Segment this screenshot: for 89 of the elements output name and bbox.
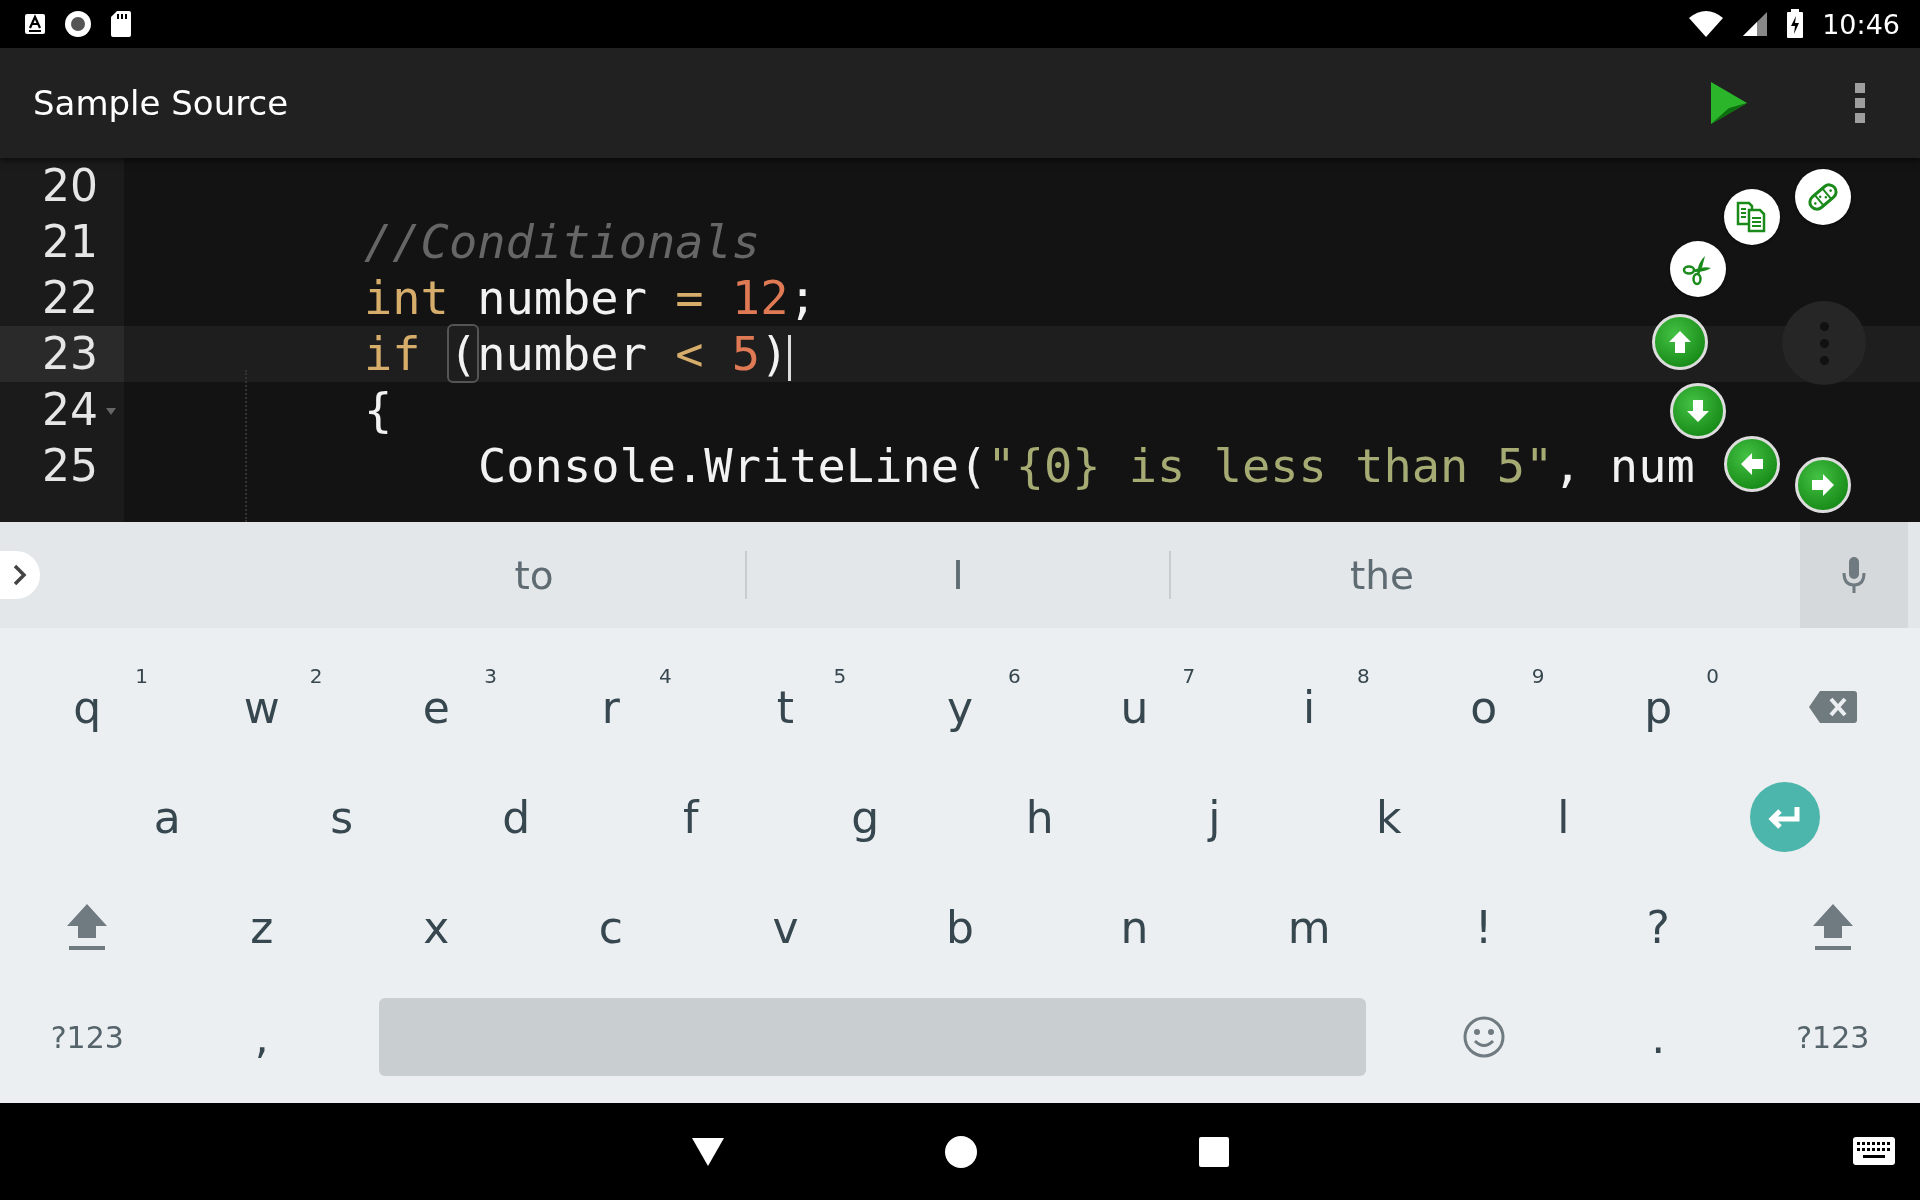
key[interactable]: q 1 <box>0 652 175 762</box>
key[interactable]: a <box>80 762 255 872</box>
key[interactable]: f <box>603 762 778 872</box>
wifi-icon <box>1688 10 1725 38</box>
move-down-button[interactable] <box>1670 383 1726 439</box>
code-line: Console.WriteLine("{0} is less than 5", num <box>478 438 1695 493</box>
move-up-button[interactable] <box>1652 314 1708 370</box>
key[interactable]: ! <box>1396 872 1571 982</box>
screen-title: Sample Source <box>33 83 290 123</box>
line-number: 25 <box>42 439 98 493</box>
key-hint: 6 <box>1008 664 1021 688</box>
suggestion[interactable]: to <box>323 551 745 599</box>
key[interactable]: , <box>174 982 350 1092</box>
key[interactable]: s <box>254 762 429 872</box>
key[interactable]: x <box>349 872 524 982</box>
move-right-button[interactable] <box>1795 457 1851 513</box>
key-hint: 3 <box>484 664 498 688</box>
key[interactable]: . <box>1570 982 1746 1092</box>
copy-button[interactable] <box>1724 189 1780 245</box>
suggestion[interactable]: the <box>1171 551 1593 599</box>
record-icon <box>64 10 92 38</box>
key-hint: 7 <box>1182 664 1196 688</box>
keyboard-switch-button[interactable] <box>1853 1137 1895 1165</box>
key-hint: 2 <box>309 664 323 688</box>
code-line: int number = 12; <box>364 270 817 325</box>
key-hint: 4 <box>658 664 672 688</box>
code-line: { <box>364 382 393 437</box>
move-left-button[interactable] <box>1724 436 1780 492</box>
sd-card-icon <box>110 10 132 38</box>
home-button[interactable] <box>945 1135 977 1168</box>
recents-button[interactable] <box>1199 1136 1229 1167</box>
key[interactable]: c <box>523 872 699 982</box>
key[interactable]: u 7 <box>1047 652 1222 762</box>
key-hint: 0 <box>1706 664 1719 688</box>
signal-icon <box>1742 11 1769 37</box>
line-number: 20 <box>42 159 98 213</box>
more-menu-button[interactable] <box>1854 82 1866 124</box>
key[interactable]: h <box>952 762 1127 872</box>
key[interactable]: k <box>1301 762 1476 872</box>
key[interactable]: w 2 <box>174 652 350 762</box>
microphone-button[interactable] <box>1800 522 1908 628</box>
key-hint: 8 <box>1357 664 1370 688</box>
code-line: //Conditionals <box>364 214 761 269</box>
bandage-icon <box>1806 180 1840 214</box>
back-button[interactable] <box>691 1136 725 1167</box>
shift-icon <box>1810 902 1855 952</box>
line-number: 22 <box>42 271 98 325</box>
key[interactable]: d <box>429 762 604 872</box>
key[interactable]: t 5 <box>698 652 873 762</box>
line-number: 23 <box>42 327 98 381</box>
key[interactable]: z <box>174 872 350 982</box>
key[interactable]: p 0 <box>1570 652 1746 762</box>
key[interactable]: v <box>698 872 873 982</box>
key-hint: 1 <box>135 664 148 688</box>
key[interactable]: e 3 <box>349 652 524 762</box>
clock: 10:46 <box>1822 8 1900 40</box>
key[interactable]: y 6 <box>872 652 1048 762</box>
code-editor[interactable]: 20 21 //Conditionals 22 int number = 12; 23 if (number < 5) 24 { 25 Console.WriteLine("{0} is less than 5", num <box>0 158 1920 522</box>
key[interactable]: i 8 <box>1221 652 1397 762</box>
line-number: 24 <box>42 383 98 437</box>
fold-icon[interactable] <box>106 408 116 415</box>
key[interactable]: j <box>1127 762 1302 872</box>
suggestion[interactable]: I <box>747 551 1169 599</box>
keyboard-a-icon <box>24 13 46 35</box>
battery-icon <box>1786 9 1805 39</box>
key[interactable]: m <box>1221 872 1397 982</box>
chevron-icon <box>12 563 28 587</box>
key[interactable]: o 9 <box>1396 652 1571 762</box>
microphone-icon <box>1842 556 1866 594</box>
code-line: if (number < 5) <box>364 326 792 381</box>
run-button[interactable] <box>1709 80 1749 126</box>
line-number: 21 <box>42 215 98 269</box>
shift-icon <box>65 902 110 952</box>
key[interactable]: n <box>1047 872 1222 982</box>
smiley-icon <box>1462 1016 1505 1058</box>
key[interactable]: ? <box>1570 872 1746 982</box>
key[interactable]: l <box>1476 762 1651 872</box>
key[interactable]: g <box>778 762 953 872</box>
symbols-key[interactable]: ?123 <box>0 982 175 1092</box>
key[interactable]: r 4 <box>523 652 699 762</box>
cut-button[interactable] <box>1670 241 1726 297</box>
paste-button[interactable] <box>1795 169 1851 225</box>
key-hint: 9 <box>1531 664 1545 688</box>
symbols-key[interactable]: ?123 <box>1745 982 1920 1092</box>
backspace-icon <box>1807 689 1858 725</box>
enter-icon <box>1749 781 1822 853</box>
expand-button[interactable] <box>0 551 40 599</box>
key[interactable]: b <box>872 872 1048 982</box>
key-hint: 5 <box>833 664 847 688</box>
